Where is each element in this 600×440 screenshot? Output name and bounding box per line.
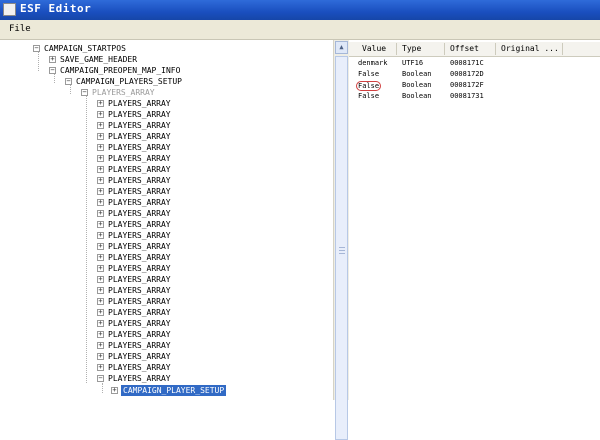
cell-offset: 00081731 [450, 92, 484, 100]
expand-icon[interactable]: + [97, 221, 104, 228]
expand-icon[interactable]: + [97, 298, 104, 305]
cell-value[interactable]: False [358, 70, 379, 78]
cell-offset: 0008172D [450, 70, 484, 78]
column-header-value[interactable]: Value [362, 44, 386, 53]
scroll-thumb[interactable] [335, 56, 348, 440]
scroll-up-button[interactable]: ▲ [335, 41, 348, 54]
property-grid[interactable]: Value Type Offset Original ... denmark UT… [349, 40, 600, 400]
collapse-icon[interactable]: − [33, 45, 40, 52]
expand-icon[interactable]: + [97, 265, 104, 272]
collapse-icon[interactable]: − [81, 89, 88, 96]
expand-icon[interactable]: + [97, 364, 104, 371]
window-title: ESF Editor [20, 2, 92, 15]
title-bar: ESF Editor [0, 0, 600, 20]
cell-type: Boolean [402, 92, 432, 100]
collapse-icon[interactable]: − [97, 375, 104, 382]
tree-view[interactable]: − CAMPAIGN_STARTPOS + SAVE_GAME_HEADER −… [0, 40, 349, 400]
expand-icon[interactable]: + [97, 353, 104, 360]
cell-offset: 0008172F [450, 81, 484, 89]
collapse-icon[interactable]: − [65, 78, 72, 85]
menu-bar: File [0, 20, 600, 40]
cell-value[interactable]: False [358, 92, 379, 100]
expand-icon[interactable]: + [97, 111, 104, 118]
expand-icon[interactable]: + [97, 254, 104, 261]
grid-header: Value Type Offset Original ... [349, 42, 600, 57]
expand-icon[interactable]: + [97, 232, 104, 239]
expand-icon[interactable]: + [97, 155, 104, 162]
app-icon [3, 3, 16, 16]
collapse-icon[interactable]: − [49, 67, 56, 74]
expand-icon[interactable]: + [97, 276, 104, 283]
cell-type: UTF16 [402, 59, 424, 67]
expand-icon[interactable]: + [97, 133, 104, 140]
cell-offset: 0008171C [450, 59, 484, 67]
cell-type: Boolean [402, 81, 432, 89]
cell-value[interactable]: False [356, 81, 382, 91]
expand-icon[interactable]: + [97, 309, 104, 316]
expand-icon[interactable]: + [97, 331, 104, 338]
expand-icon[interactable]: + [97, 320, 104, 327]
expand-icon[interactable]: + [97, 199, 104, 206]
expand-icon[interactable]: + [97, 122, 104, 129]
expand-icon[interactable]: + [97, 177, 104, 184]
expand-icon[interactable]: + [97, 100, 104, 107]
expand-icon[interactable]: + [97, 188, 104, 195]
menu-file[interactable]: File [9, 24, 31, 34]
cell-type: Boolean [402, 70, 432, 78]
expand-icon[interactable]: + [97, 166, 104, 173]
column-header-type[interactable]: Type [402, 44, 421, 53]
tree-scrollbar[interactable]: ▲ [333, 40, 349, 440]
column-header-offset[interactable]: Offset [450, 44, 479, 53]
expand-icon[interactable]: + [49, 56, 56, 63]
expand-icon[interactable]: + [111, 387, 118, 394]
expand-icon[interactable]: + [97, 144, 104, 151]
expand-icon[interactable]: + [97, 287, 104, 294]
expand-icon[interactable]: + [97, 210, 104, 217]
column-header-original[interactable]: Original ... [501, 44, 559, 53]
expand-icon[interactable]: + [97, 342, 104, 349]
cell-value[interactable]: denmark [358, 59, 388, 67]
expand-icon[interactable]: + [97, 243, 104, 250]
